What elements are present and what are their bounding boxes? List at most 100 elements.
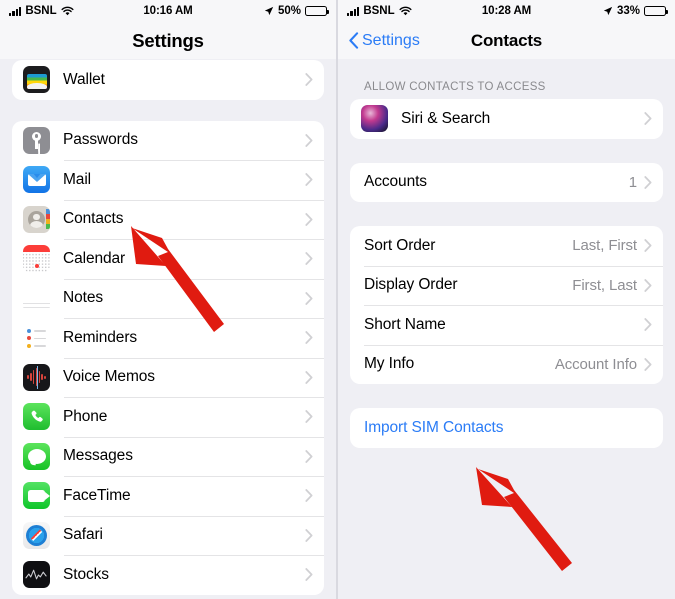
reminders-app-icon xyxy=(23,324,50,352)
screenshot-root: BSNL 10:16 AM 50% Settings Wallet Passwo… xyxy=(0,0,675,599)
phone-app-icon xyxy=(23,403,50,431)
contacts-settings-list[interactable]: ALLOW CONTACTS TO ACCESS Siri & Search A… xyxy=(338,59,675,599)
row-value: First, Last xyxy=(572,276,637,294)
status-right-cluster: 50% xyxy=(264,5,330,17)
row-display-order[interactable]: Display Order First, Last xyxy=(350,265,663,306)
row-label: Phone xyxy=(63,407,108,425)
chevron-right-icon xyxy=(305,410,313,424)
chevron-right-icon xyxy=(305,449,313,463)
row-label: Display Order xyxy=(364,276,458,294)
passwords-app-icon xyxy=(23,126,50,154)
sidebar-item-mail[interactable]: Mail xyxy=(12,160,324,200)
chevron-right-icon xyxy=(305,331,313,345)
row-value: Last, First xyxy=(572,237,637,255)
back-button[interactable]: Settings xyxy=(348,32,420,50)
row-siri-and-search[interactable]: Siri & Search xyxy=(350,99,663,139)
contacts-app-icon xyxy=(23,205,50,233)
chevron-right-icon xyxy=(305,133,313,147)
row-value: Account Info xyxy=(554,355,637,373)
group-import-sim: Import SIM Contacts xyxy=(350,408,663,448)
chevron-right-icon xyxy=(644,318,652,332)
safari-app-icon xyxy=(23,521,50,549)
wallet-app-icon xyxy=(23,66,50,94)
voice-memos-app-icon xyxy=(23,363,50,391)
left-status-bar: BSNL 10:16 AM 50% xyxy=(0,0,336,22)
sidebar-item-messages[interactable]: Messages xyxy=(12,436,324,477)
row-label: Import SIM Contacts xyxy=(364,418,504,436)
right-status-bar: BSNL 10:28 AM 33% xyxy=(338,0,675,22)
sidebar-item-reminders[interactable]: Reminders xyxy=(12,318,324,358)
sidebar-item-facetime[interactable]: FaceTime xyxy=(12,476,324,516)
sidebar-item-stocks[interactable]: Stocks xyxy=(12,555,324,595)
row-label: Accounts xyxy=(364,173,427,191)
row-label: Safari xyxy=(63,526,103,544)
row-label: Contacts xyxy=(63,210,124,228)
sidebar-item-passwords[interactable]: Passwords xyxy=(12,121,324,161)
right-phone-panel: BSNL 10:28 AM 33% Settings Contacts ALLO… xyxy=(338,0,675,599)
chevron-right-icon xyxy=(305,528,313,542)
facetime-app-icon xyxy=(23,482,50,510)
status-right-cluster: 33% xyxy=(603,5,669,17)
row-sort-order[interactable]: Sort Order Last, First xyxy=(350,226,663,266)
row-label: FaceTime xyxy=(63,486,131,504)
row-label: Reminders xyxy=(63,328,138,346)
chevron-right-icon xyxy=(305,173,313,187)
chevron-right-icon xyxy=(305,291,313,305)
settings-group-apps: Passwords Mail Contacts Calendar Notes R… xyxy=(12,120,324,595)
chevron-right-icon xyxy=(305,568,313,582)
stocks-app-icon xyxy=(23,561,50,589)
row-label: My Info xyxy=(364,355,415,373)
notes-app-icon xyxy=(23,284,50,312)
chevron-right-icon xyxy=(644,175,652,189)
left-nav-bar: Settings xyxy=(0,22,336,59)
chevron-left-icon xyxy=(348,32,359,49)
chevron-right-icon xyxy=(644,357,652,371)
chevron-right-icon xyxy=(305,370,313,384)
row-label: Wallet xyxy=(63,70,105,88)
chevron-right-icon xyxy=(305,212,313,226)
sidebar-item-calendar[interactable]: Calendar xyxy=(12,239,324,279)
import-sim-contacts-button[interactable]: Import SIM Contacts xyxy=(350,408,663,448)
sidebar-item-phone[interactable]: Phone xyxy=(12,397,324,437)
section-header-allow-access: ALLOW CONTACTS TO ACCESS xyxy=(364,81,546,93)
mail-app-icon xyxy=(23,166,50,194)
row-short-name[interactable]: Short Name xyxy=(350,305,663,345)
row-label: Messages xyxy=(63,447,133,465)
siri-app-icon xyxy=(361,105,388,133)
chevron-right-icon xyxy=(644,112,652,126)
left-phone-panel: BSNL 10:16 AM 50% Settings Wallet Passwo… xyxy=(0,0,338,599)
battery-percent-label: 33% xyxy=(616,5,640,17)
sidebar-item-voice-memos[interactable]: Voice Memos xyxy=(12,357,324,398)
row-label: Mail xyxy=(63,170,92,188)
group-contact-options: Sort Order Last, First Display Order Fir… xyxy=(350,226,663,384)
battery-icon xyxy=(644,5,669,17)
row-label: Sort Order xyxy=(364,236,436,254)
battery-icon xyxy=(305,5,330,17)
row-label: Notes xyxy=(63,289,103,307)
chevron-right-icon xyxy=(644,239,652,253)
chevron-right-icon xyxy=(305,73,313,87)
location-arrow-icon xyxy=(264,6,274,16)
row-label: Passwords xyxy=(63,131,138,149)
row-value: 1 xyxy=(628,173,637,191)
row-label: Stocks xyxy=(63,565,109,583)
back-label: Settings xyxy=(362,31,420,49)
group-allow-access: Siri & Search xyxy=(350,99,663,139)
row-label: Siri & Search xyxy=(401,109,491,127)
row-my-info[interactable]: My Info Account Info xyxy=(350,344,663,385)
row-label: Voice Memos xyxy=(63,368,155,386)
location-arrow-icon xyxy=(603,6,613,16)
sidebar-item-notes[interactable]: Notes xyxy=(12,278,324,319)
sidebar-item-wallet[interactable]: Wallet xyxy=(12,60,324,100)
right-nav-bar: Settings Contacts xyxy=(338,22,675,59)
chevron-right-icon xyxy=(305,252,313,266)
sidebar-item-safari[interactable]: Safari xyxy=(12,515,324,556)
row-label: Calendar xyxy=(63,249,126,267)
row-accounts[interactable]: Accounts 1 xyxy=(350,163,663,203)
settings-list[interactable]: Wallet Passwords Mail Contacts Calendar … xyxy=(0,59,336,599)
group-accounts: Accounts 1 xyxy=(350,162,663,203)
sidebar-item-contacts[interactable]: Contacts xyxy=(12,199,324,240)
messages-app-icon xyxy=(23,442,50,470)
chevron-right-icon xyxy=(305,489,313,503)
settings-group-wallet: Wallet xyxy=(12,60,324,100)
